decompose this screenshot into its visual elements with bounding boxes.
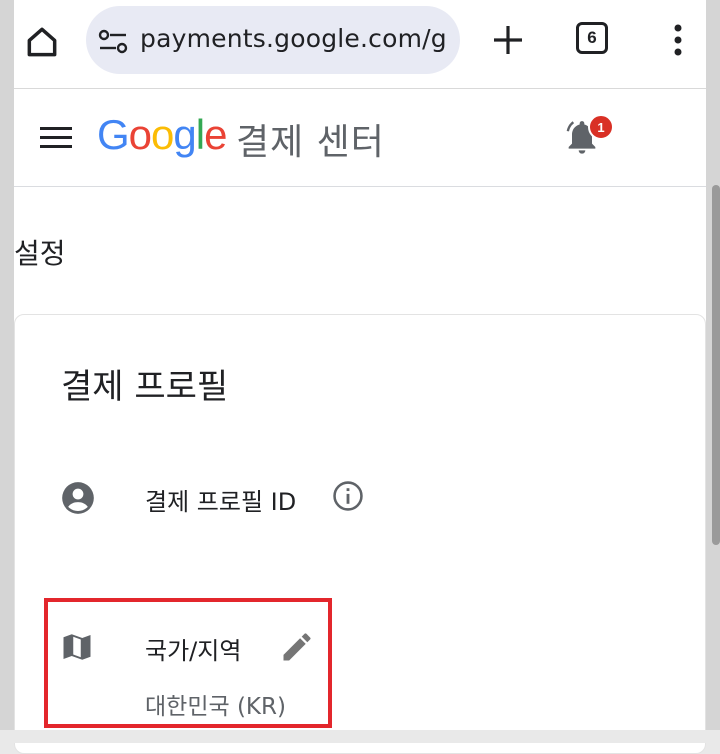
- home-icon: [27, 27, 57, 57]
- browser-menu-button[interactable]: [664, 20, 692, 60]
- highlight-box: [44, 598, 332, 728]
- product-name: 결제 센터: [236, 122, 385, 163]
- tab-switcher-button[interactable]: 6: [576, 22, 608, 54]
- card-title: 결제 프로필: [61, 367, 229, 407]
- address-bar[interactable]: payments.google.com/g: [86, 6, 460, 74]
- info-icon[interactable]: [331, 479, 365, 513]
- logo-letter: g: [173, 111, 196, 158]
- account-circle-icon: [62, 482, 94, 514]
- main-menu-button[interactable]: [38, 124, 74, 152]
- new-tab-button[interactable]: [486, 18, 530, 62]
- logo-letter: e: [204, 111, 227, 158]
- profile-id-row: 결제 프로필 ID: [59, 477, 619, 521]
- google-logo[interactable]: Google: [97, 111, 227, 159]
- left-gutter: [0, 0, 14, 743]
- bottom-edge: [0, 730, 720, 743]
- more-vert-icon: [674, 24, 682, 56]
- hamburger-icon: [40, 127, 72, 148]
- logo-letter: G: [97, 111, 130, 158]
- logo-letter: o: [128, 111, 152, 158]
- app-header: Google 결제 센터 1: [14, 89, 706, 187]
- url-text[interactable]: payments.google.com/g: [140, 24, 456, 53]
- page-title: 설정: [14, 237, 66, 270]
- notification-badge: 1: [588, 114, 614, 140]
- logo-letter: o: [151, 111, 174, 158]
- profile-id-label: 결제 프로필 ID: [145, 488, 297, 516]
- scrollbar-thumb[interactable]: [712, 185, 720, 545]
- logo-letter: l: [195, 111, 205, 158]
- plus-icon: [494, 26, 522, 54]
- home-button[interactable]: [18, 20, 66, 64]
- browser-toolbar: payments.google.com/g 6: [14, 0, 706, 89]
- site-settings-icon[interactable]: [98, 28, 130, 56]
